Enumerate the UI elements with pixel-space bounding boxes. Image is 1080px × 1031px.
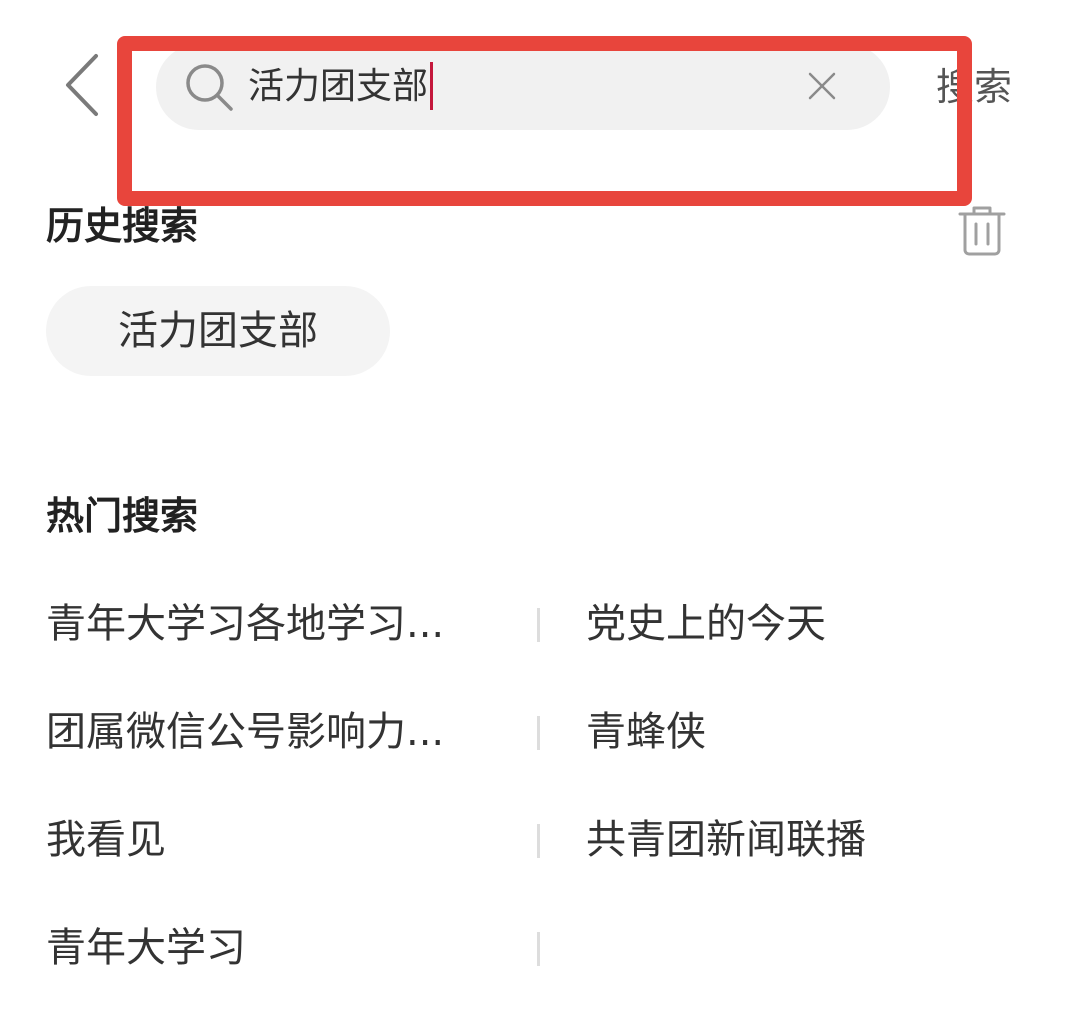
clear-history-button[interactable] [956, 202, 1008, 258]
search-icon [186, 64, 233, 111]
divider [537, 824, 540, 858]
text-caret [430, 62, 433, 110]
clear-search-button[interactable] [802, 66, 842, 106]
close-icon [808, 72, 836, 100]
hot-item[interactable]: 团属微信公号影响力... [46, 704, 444, 760]
divider [537, 932, 540, 966]
back-button[interactable] [58, 52, 108, 118]
history-section-title: 历史搜索 [46, 204, 199, 248]
search-button[interactable]: 搜索 [936, 60, 1012, 114]
hot-item[interactable]: 党史上的今天 [586, 596, 826, 652]
search-input[interactable]: 活力团支部 [156, 44, 890, 130]
search-input-value: 活力团支部 [248, 66, 429, 107]
hot-item[interactable]: 共青团新闻联播 [586, 812, 866, 868]
hot-item[interactable]: 青年大学习各地学习... [46, 596, 444, 652]
trash-icon [958, 206, 1006, 256]
divider [537, 608, 540, 642]
hot-item[interactable]: 我看见 [46, 812, 166, 868]
hot-item[interactable]: 青蜂侠 [586, 704, 706, 760]
history-item[interactable]: 活力团支部 [46, 286, 390, 376]
divider [537, 716, 540, 750]
chevron-left-icon [66, 54, 98, 116]
hot-section-title: 热门搜索 [46, 494, 199, 538]
hot-item[interactable]: 青年大学习 [46, 920, 246, 976]
